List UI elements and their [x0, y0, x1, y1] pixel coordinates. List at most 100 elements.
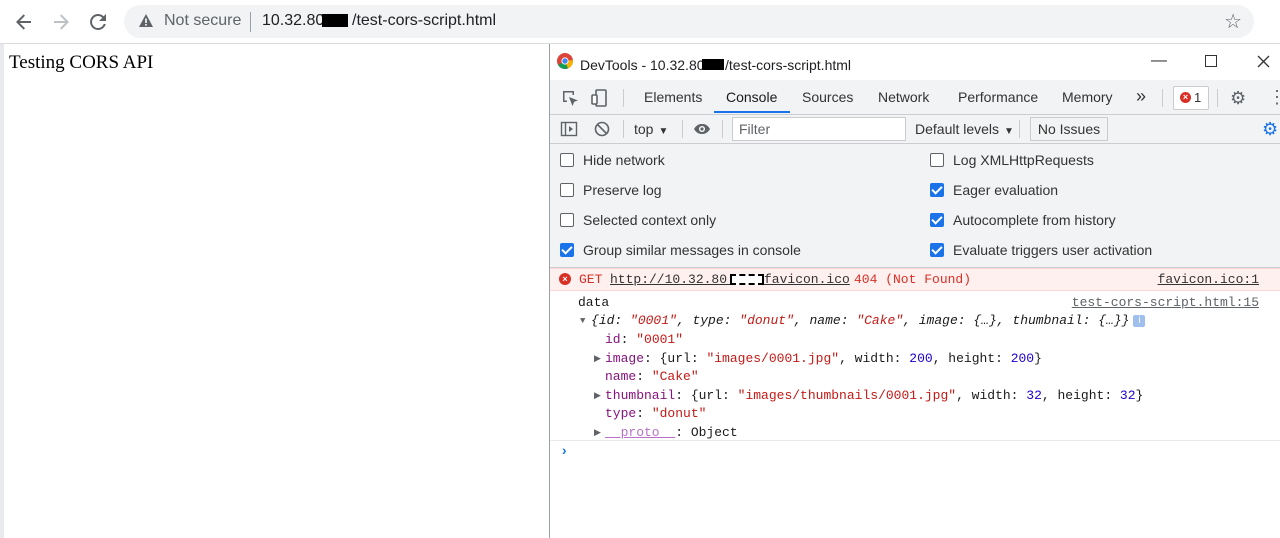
eval-triggers-option[interactable]: Evaluate triggers user activation: [930, 242, 1152, 258]
inspect-element-icon[interactable]: [560, 88, 580, 108]
redaction-block: [702, 59, 724, 70]
address-bar[interactable]: Not secure 10.32.80. /test-cors-script.h…: [124, 5, 1254, 38]
filter-box: [732, 117, 906, 141]
log-levels-dropdown[interactable]: Default levels ▼: [915, 121, 1014, 137]
checkbox[interactable]: [560, 213, 574, 227]
group-similar-option[interactable]: Group similar messages in console: [560, 242, 801, 258]
security-label[interactable]: Not secure: [164, 12, 241, 30]
tab-memory[interactable]: Memory: [1062, 89, 1113, 105]
error-message-row: × GET http://10.32.80. favicon.ico 404 (…: [550, 268, 1280, 291]
option-label: Preserve log: [583, 182, 662, 198]
sidebar-toggle-icon[interactable]: [560, 120, 578, 138]
log-levels-label: Default levels: [915, 121, 1000, 137]
devtools-tabbar: Elements Console Sources Network Perform…: [550, 80, 1280, 115]
tab-performance[interactable]: Performance: [958, 89, 1038, 105]
request-method: GET: [579, 272, 603, 287]
redaction-block: [322, 14, 348, 27]
error-source-link[interactable]: favicon.ico:1: [1158, 272, 1259, 287]
forward-arrow-icon[interactable]: [48, 9, 74, 35]
log-source-link[interactable]: test-cors-script.html:15: [1072, 295, 1259, 310]
context-selector[interactable]: top ▼: [634, 121, 668, 137]
expand-triangle-icon[interactable]: ▶: [594, 428, 601, 438]
hide-network-option[interactable]: Hide network: [560, 152, 665, 168]
prop-proto[interactable]: __proto__: Object: [605, 425, 738, 440]
info-icon[interactable]: i: [1133, 315, 1146, 327]
expand-triangle-icon[interactable]: ▶: [594, 391, 601, 401]
browser-toolbar: Not secure 10.32.80. /test-cors-script.h…: [0, 0, 1280, 44]
devtools-titlebar: DevTools - 10.32.80. /test-cors-script.h…: [550, 44, 1280, 77]
divider: [722, 120, 723, 138]
log-xhr-option[interactable]: Log XMLHttpRequests: [930, 152, 1094, 168]
console-settings-icon[interactable]: ⚙: [1262, 119, 1278, 140]
tab-elements[interactable]: Elements: [644, 89, 702, 105]
checkbox[interactable]: [930, 243, 944, 257]
settings-gear-icon[interactable]: ⚙: [1230, 88, 1246, 109]
star-icon[interactable]: ☆: [1224, 9, 1242, 34]
url-host: 10.32.80.: [262, 12, 329, 29]
error-url-link[interactable]: http://10.32.80.: [610, 272, 735, 287]
error-icon: ×: [1180, 92, 1191, 103]
divider: [682, 120, 683, 138]
prop-thumbnail[interactable]: thumbnail: {url: "images/thumbnails/0001…: [605, 388, 1143, 403]
option-label: Group similar messages in console: [583, 242, 801, 258]
active-tab-indicator: [714, 111, 790, 113]
devtools-title-path: /test-cors-script.html: [725, 57, 852, 73]
divider: [250, 12, 251, 32]
option-label: Selected context only: [583, 212, 717, 228]
checkbox[interactable]: [930, 153, 944, 167]
console-output: × GET http://10.32.80. favicon.ico 404 (…: [550, 268, 1280, 538]
checkbox[interactable]: [560, 183, 574, 197]
redaction-block: [730, 274, 764, 285]
prop-image[interactable]: image: {url: "images/0001.jpg", width: 2…: [605, 351, 1042, 366]
divider: [623, 89, 624, 107]
minimize-icon[interactable]: —: [1150, 52, 1168, 70]
more-options-icon[interactable]: ⋮: [1268, 87, 1280, 108]
object-preview[interactable]: {id: "0001", type: "donut", name: "Cake"…: [591, 313, 1146, 328]
autocomplete-option[interactable]: Autocomplete from history: [930, 212, 1116, 228]
checkbox[interactable]: [560, 153, 574, 167]
tab-network[interactable]: Network: [878, 89, 929, 105]
divider: [1162, 89, 1163, 107]
log-label: data: [578, 295, 610, 310]
eye-icon[interactable]: [693, 120, 711, 138]
expand-triangle-icon[interactable]: ▶: [594, 354, 601, 364]
issues-button[interactable]: No Issues: [1030, 117, 1108, 141]
close-icon[interactable]: [1254, 52, 1272, 70]
tab-sources[interactable]: Sources: [802, 89, 853, 105]
option-label: Autocomplete from history: [953, 212, 1116, 228]
checkbox[interactable]: [930, 183, 944, 197]
error-count-badge[interactable]: × 1: [1173, 86, 1209, 110]
console-prompt-icon[interactable]: ›: [560, 444, 568, 460]
checkbox[interactable]: [930, 213, 944, 227]
devtools-window: DevTools - 10.32.80. /test-cors-script.h…: [549, 44, 1280, 538]
option-label: Log XMLHttpRequests: [953, 152, 1094, 168]
clear-console-icon[interactable]: [593, 120, 611, 138]
back-arrow-icon[interactable]: [11, 9, 37, 35]
console-toolbar: top ▼ Default levels ▼ No Issues ⚙: [550, 115, 1280, 144]
tab-console[interactable]: Console: [726, 89, 777, 105]
chrome-logo-icon: [557, 53, 573, 69]
dropdown-arrow-icon: ▼: [1004, 126, 1014, 137]
error-url-link-end[interactable]: favicon.ico: [764, 272, 850, 287]
device-toolbar-icon[interactable]: [590, 88, 610, 108]
warning-icon[interactable]: [138, 13, 154, 29]
dropdown-arrow-icon: ▼: [658, 126, 669, 137]
error-icon: ×: [559, 273, 571, 285]
more-tabs-icon[interactable]: »: [1136, 86, 1146, 107]
page-edge: [0, 44, 4, 538]
prop-name: name: "Cake": [605, 369, 699, 384]
collapse-triangle-icon[interactable]: ▼: [580, 316, 585, 326]
maximize-icon[interactable]: [1202, 52, 1220, 70]
prop-type: type: "donut": [605, 406, 707, 421]
filter-input[interactable]: [733, 118, 901, 140]
eager-eval-option[interactable]: Eager evaluation: [930, 182, 1058, 198]
option-label: Eager evaluation: [953, 182, 1059, 198]
selected-context-option[interactable]: Selected context only: [560, 212, 716, 228]
reload-icon[interactable]: [85, 9, 111, 35]
preserve-log-option[interactable]: Preserve log: [560, 182, 662, 198]
divider: [623, 120, 624, 138]
checkbox[interactable]: [560, 243, 574, 257]
page-heading: Testing CORS API: [9, 52, 154, 73]
divider: [1217, 89, 1218, 107]
option-label: Hide network: [583, 152, 665, 168]
